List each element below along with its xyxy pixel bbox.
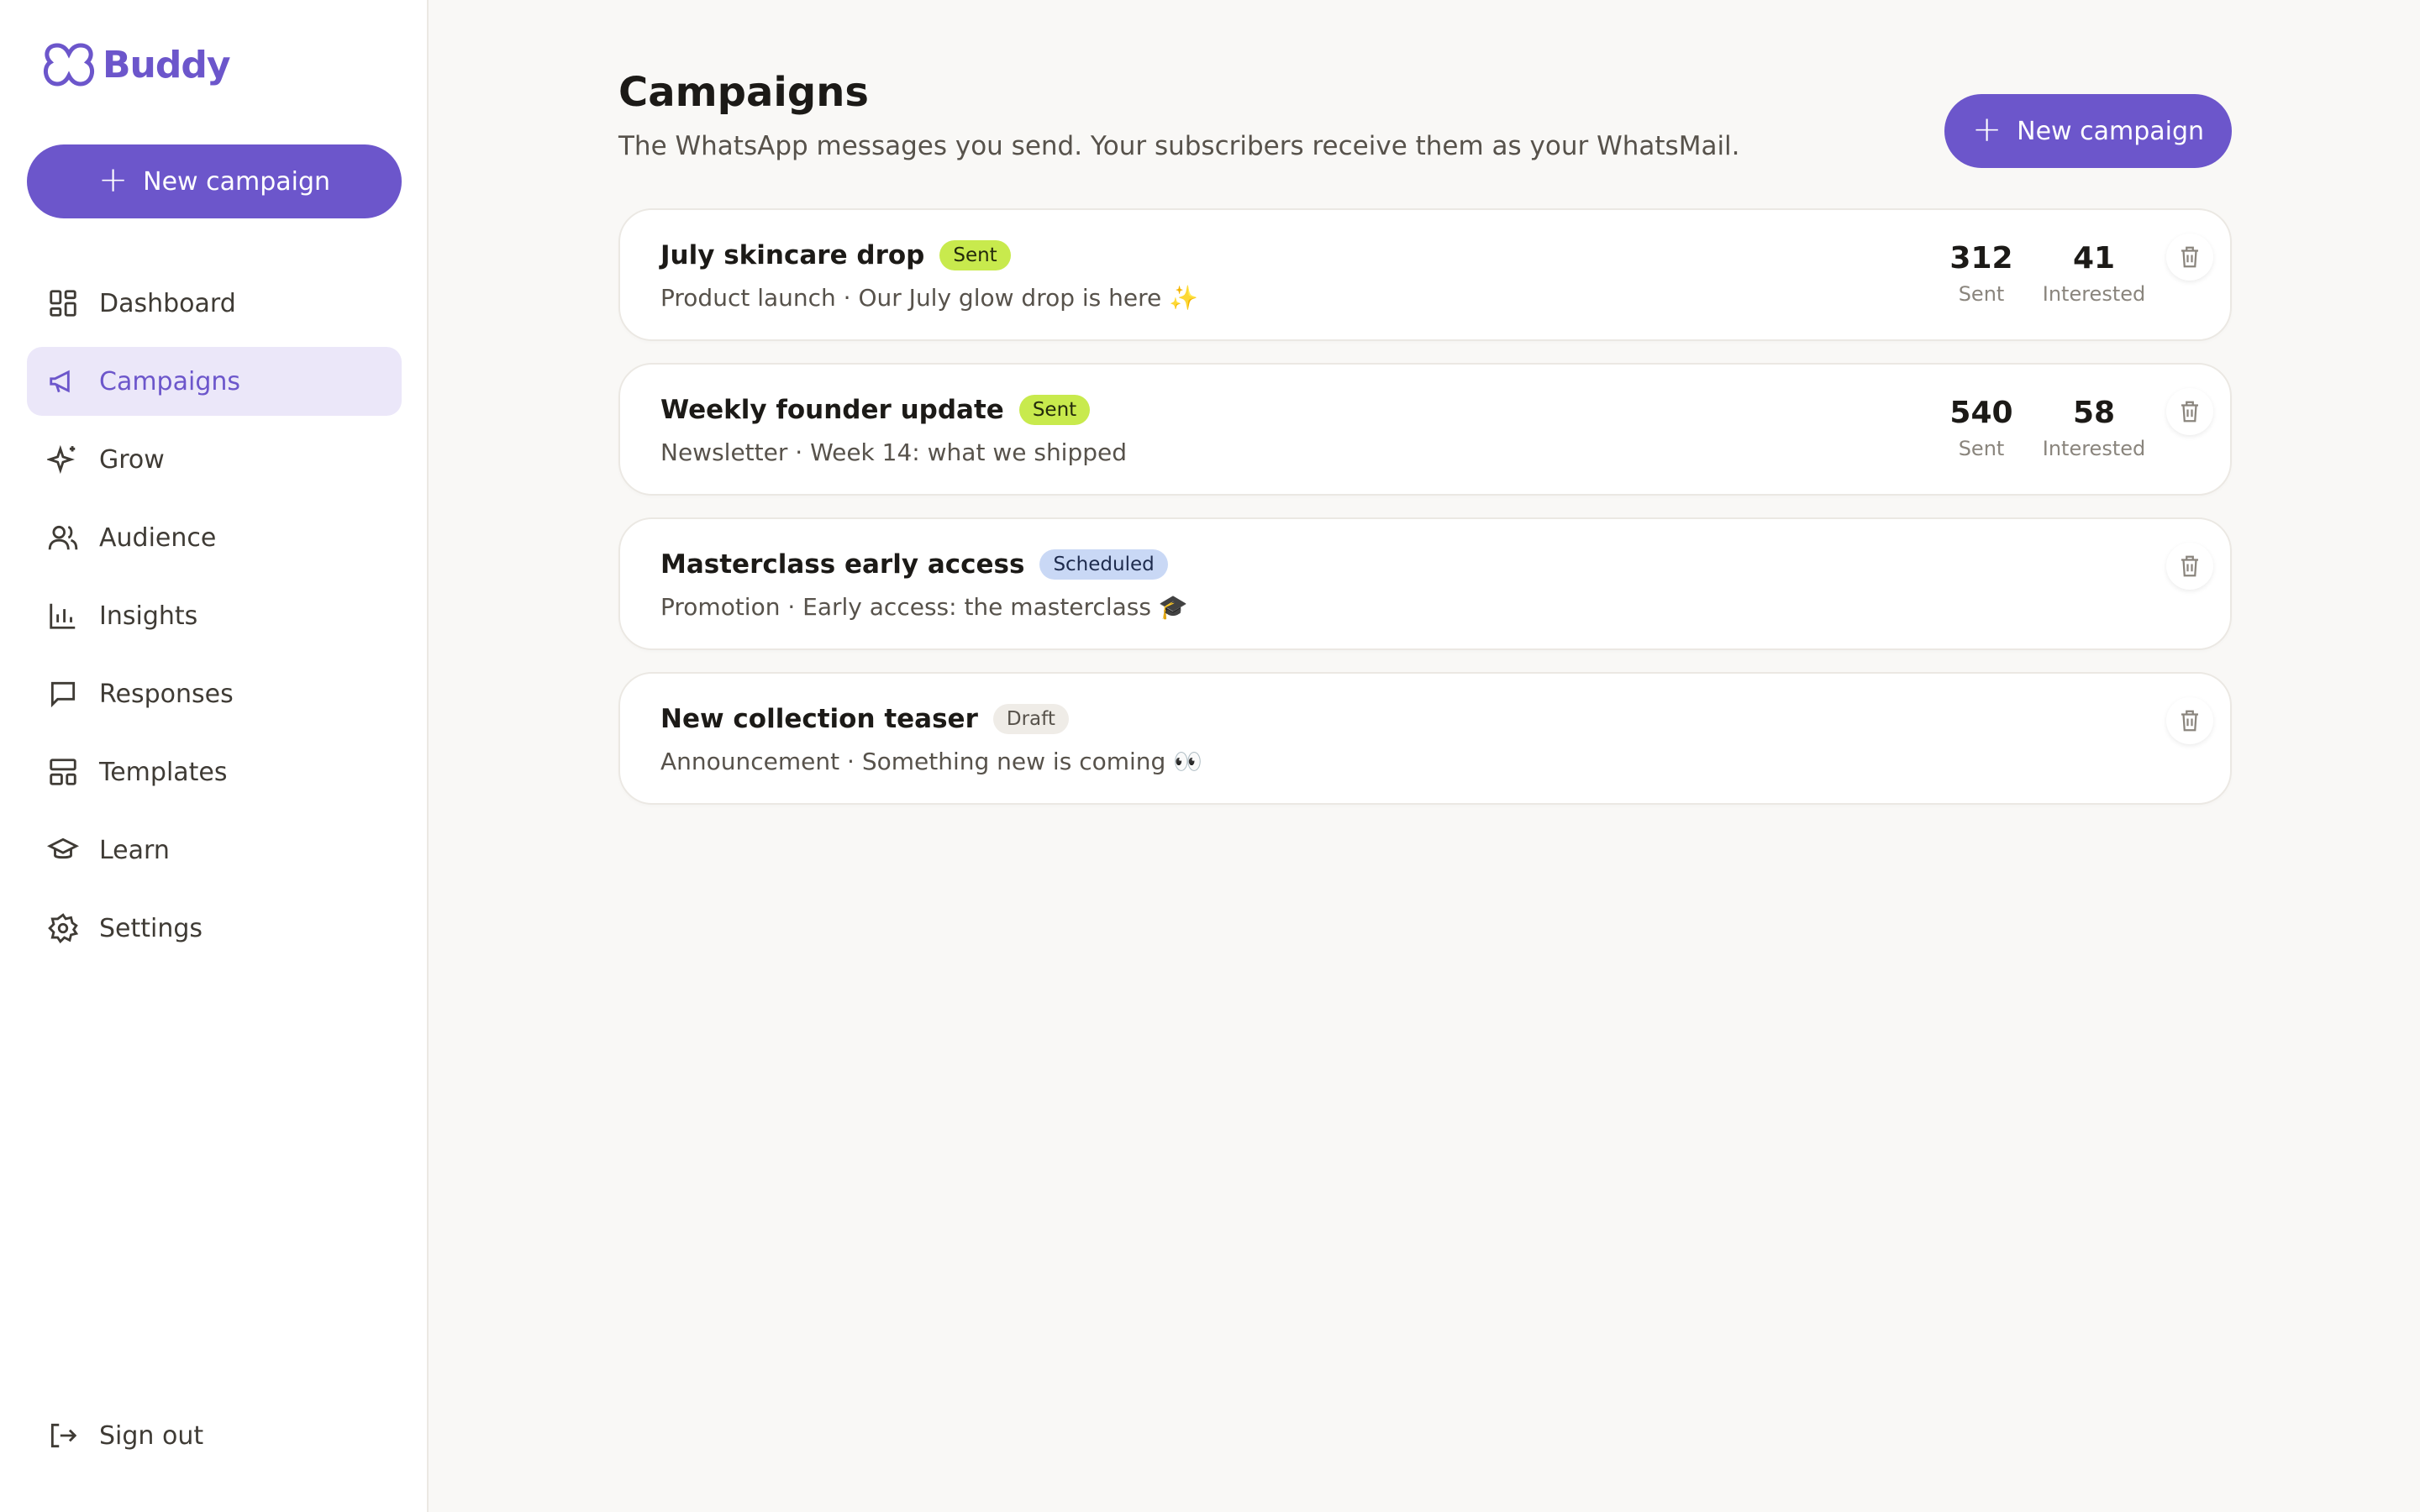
dashboard-icon [50,290,76,317]
interested-label: Interested [2042,436,2146,460]
main-content: Campaigns The WhatsApp messages you send… [429,0,2420,1512]
sent-label: Sent [1958,281,2005,306]
campaign-subtitle: Announcement · Something new is coming 👀 [660,748,1203,775]
trash-icon [2181,401,2198,423]
sidebar-new-campaign-button[interactable]: + New campaign [27,144,402,218]
sent-stat: 540 Sent [1923,396,2040,460]
sidebar-item-grow[interactable]: Grow [27,425,402,494]
campaign-title-row: Weekly founder update Sent [660,395,1091,425]
trash-icon [2181,710,2198,732]
sign-out-label: Sign out [99,1420,204,1451]
sent-count: 312 [1949,241,2013,276]
delete-button[interactable] [2166,697,2213,744]
graduation-cap-icon [47,837,79,859]
sidebar-item-label: Templates [99,757,228,787]
campaign-subtitle: Product launch · Our July glow drop is h… [660,284,1199,312]
campaign-card[interactable]: New collection teaser Draft Announcement… [618,672,2232,805]
page-title: Campaigns [618,69,869,116]
campaign-list: July skincare drop Sent Product launch ·… [618,208,2232,827]
logo-text: Buddy [103,43,231,87]
campaign-title: Masterclass early access [660,549,1025,580]
interested-count: 58 [2072,396,2116,430]
trash-icon [2181,555,2198,577]
campaign-card[interactable]: Masterclass early access Scheduled Promo… [618,517,2232,650]
campaign-card[interactable]: July skincare drop Sent Product launch ·… [618,208,2232,341]
campaign-subtitle: Newsletter · Week 14: what we shipped [660,438,1128,466]
message-icon [50,681,76,708]
gear-icon [48,913,79,944]
status-badge: Sent [1018,395,1091,425]
sidebar-item-audience[interactable]: Audience [27,503,402,572]
sparkle-icon [47,444,76,475]
status-badge: Scheduled [1039,549,1168,580]
sidebar-item-label: Audience [99,522,217,553]
logo-icon [43,43,95,87]
plus-icon: + [1971,108,2002,150]
plus-icon: + [97,159,129,200]
campaign-title: Weekly founder update [660,395,1004,425]
users-icon [48,525,78,550]
sidebar-item-responses[interactable]: Responses [27,659,402,728]
delete-button[interactable] [2166,234,2213,281]
campaign-title: July skincare drop [660,240,925,270]
layout-icon [50,759,76,785]
sidebar-new-campaign-label: New campaign [143,166,331,197]
sent-label: Sent [1958,436,2005,460]
status-badge: Draft [992,704,1069,734]
bar-chart-icon [50,603,76,629]
megaphone-icon [50,370,70,393]
delete-button[interactable] [2166,388,2213,435]
sidebar-item-label: Learn [99,835,170,865]
sidebar-item-settings[interactable]: Settings [27,894,402,963]
interested-label: Interested [2042,281,2146,306]
sidebar-item-dashboard[interactable]: Dashboard [27,269,402,338]
sent-count: 540 [1949,396,2013,430]
campaign-title: New collection teaser [660,704,978,734]
campaign-card[interactable]: Weekly founder update Sent Newsletter · … [618,363,2232,496]
status-badge: Sent [939,240,1011,270]
sidebar-nav: Dashboard Campaigns Grow Audience Insigh… [27,269,402,972]
sidebar-item-learn[interactable]: Learn [27,816,402,885]
sidebar-item-label: Insights [99,601,198,631]
sent-stat: 312 Sent [1923,242,2040,306]
app: Buddy + New campaign Dashboard Campaigns… [0,0,2420,1512]
interested-count: 41 [2072,241,2116,276]
page-subtitle: The WhatsApp messages you send. Your sub… [618,131,1740,161]
sidebar-item-label: Responses [99,679,234,709]
logo[interactable]: Buddy [40,39,231,91]
delete-button[interactable] [2166,543,2213,590]
sidebar-item-label: Dashboard [99,288,236,318]
campaign-title-row: July skincare drop Sent [660,240,1011,270]
interested-stat: 58 Interested [2035,396,2153,460]
campaign-title-row: New collection teaser Draft [660,704,1069,734]
new-campaign-label: New campaign [2017,116,2205,146]
sidebar-item-templates[interactable]: Templates [27,738,402,806]
sidebar: Buddy + New campaign Dashboard Campaigns… [0,0,429,1512]
campaign-title-row: Masterclass early access Scheduled [660,549,1168,580]
trash-icon [2181,246,2198,268]
sidebar-item-campaigns[interactable]: Campaigns [27,347,402,416]
sidebar-item-insights[interactable]: Insights [27,581,402,650]
sign-out-button[interactable]: Sign out [27,1401,402,1470]
sidebar-item-label: Settings [99,913,203,943]
sidebar-item-label: Campaigns [99,366,241,396]
campaign-subtitle: Promotion · Early access: the masterclas… [660,593,1188,621]
sidebar-item-label: Grow [99,444,165,475]
interested-stat: 41 Interested [2035,242,2153,306]
new-campaign-button[interactable]: + New campaign [1944,94,2232,168]
sign-out-icon [50,1423,77,1448]
